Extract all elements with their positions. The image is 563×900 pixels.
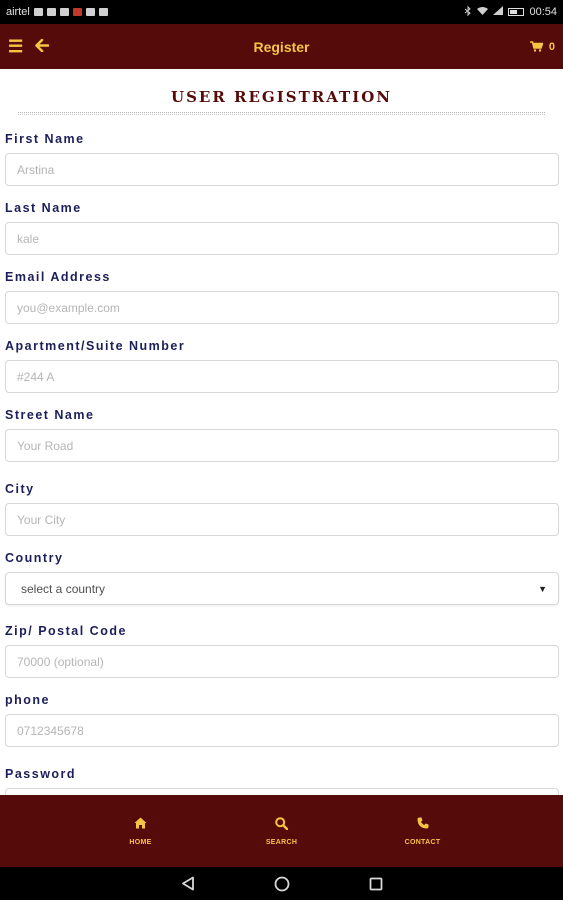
last-name-field: Last Name kale [5,200,559,255]
nav-contact[interactable]: CONTACT [352,795,493,867]
phone-label: phone [5,693,50,707]
shopping-cart-icon [529,41,544,52]
home-circle-icon[interactable] [274,876,290,892]
zip-input[interactable]: 70000 (optional) [5,645,559,678]
nav-home-label: HOME [129,838,152,846]
cloud-icon [46,8,56,16]
city-label: City [5,482,35,496]
page-title: Register [253,38,310,55]
phone-input[interactable]: 0712345678 [5,714,559,747]
bottom-nav: HOME SEARCH CONTACT [0,795,563,867]
last-name-label: Last Name [5,201,82,215]
cart-button[interactable]: 0 [529,40,555,53]
notification-icon [33,8,43,16]
street-input[interactable]: Your Road [5,429,559,462]
app-notification-icon [72,8,82,16]
cart-count: 0 [548,40,555,53]
back-triangle-icon[interactable] [180,876,196,892]
email-input[interactable]: you@example.com [5,291,559,324]
country-select[interactable]: select a country ▼ [5,572,559,605]
phone-icon [417,817,429,833]
street-label: Street Name [5,408,95,422]
nav-search[interactable]: SEARCH [211,795,352,867]
first-name-label: First Name [5,132,85,146]
signal-icon [493,6,504,18]
wifi-icon [477,6,489,18]
city-input[interactable]: Your City [5,503,559,536]
home-icon [134,817,147,833]
system-navigation-bar [0,867,563,900]
first-name-input[interactable]: Arstina [5,153,559,186]
menu-icon[interactable]: ☰ [8,37,23,57]
phone-field: phone 0712345678 [5,692,559,747]
search-icon [275,816,289,833]
apartment-input[interactable]: #244 A [5,360,559,393]
country-label: Country [5,551,64,565]
clock: 00:54 [529,6,557,18]
recents-square-icon[interactable] [368,876,384,892]
carrier-name: airtel [6,6,30,18]
form-heading: USER REGISTRATION [171,88,392,106]
country-select-value: select a country [21,581,106,596]
registration-form: USER REGISTRATION First Name Arstina Las… [0,69,563,795]
mail-icon [59,8,69,16]
nav-home[interactable]: HOME [70,795,211,867]
email-field: Email Address you@example.com [5,269,559,324]
caret-down-icon: ▼ [538,583,547,594]
notification-icon-2 [98,8,108,16]
city-field: City Your City [5,481,559,536]
country-field: Country select a country ▼ [5,550,559,605]
status-bar: airtel 00:54 [0,0,563,24]
apartment-label: Apartment/Suite Number [5,339,186,353]
heading-divider [18,112,545,115]
email-label: Email Address [5,270,111,284]
password-input[interactable] [5,788,559,795]
zip-label: Zip/ Postal Code [5,624,127,638]
status-right: 00:54 [464,5,557,19]
first-name-field: First Name Arstina [5,131,559,186]
street-field: Street Name Your Road [5,407,559,462]
nav-contact-label: CONTACT [404,838,441,846]
apartment-field: Apartment/Suite Number #244 A [5,338,559,393]
chat-icon [85,8,95,16]
arrow-left-icon[interactable] [35,36,50,57]
last-name-input[interactable]: kale [5,222,559,255]
battery-icon [508,8,525,16]
app-header: ☰ Register 0 [0,24,563,69]
nav-search-label: SEARCH [265,838,298,846]
zip-field: Zip/ Postal Code 70000 (optional) [5,623,559,678]
password-label: Password [5,767,77,781]
bluetooth-icon [464,5,472,19]
status-left: airtel [6,6,108,18]
password-field: Password [5,766,559,795]
